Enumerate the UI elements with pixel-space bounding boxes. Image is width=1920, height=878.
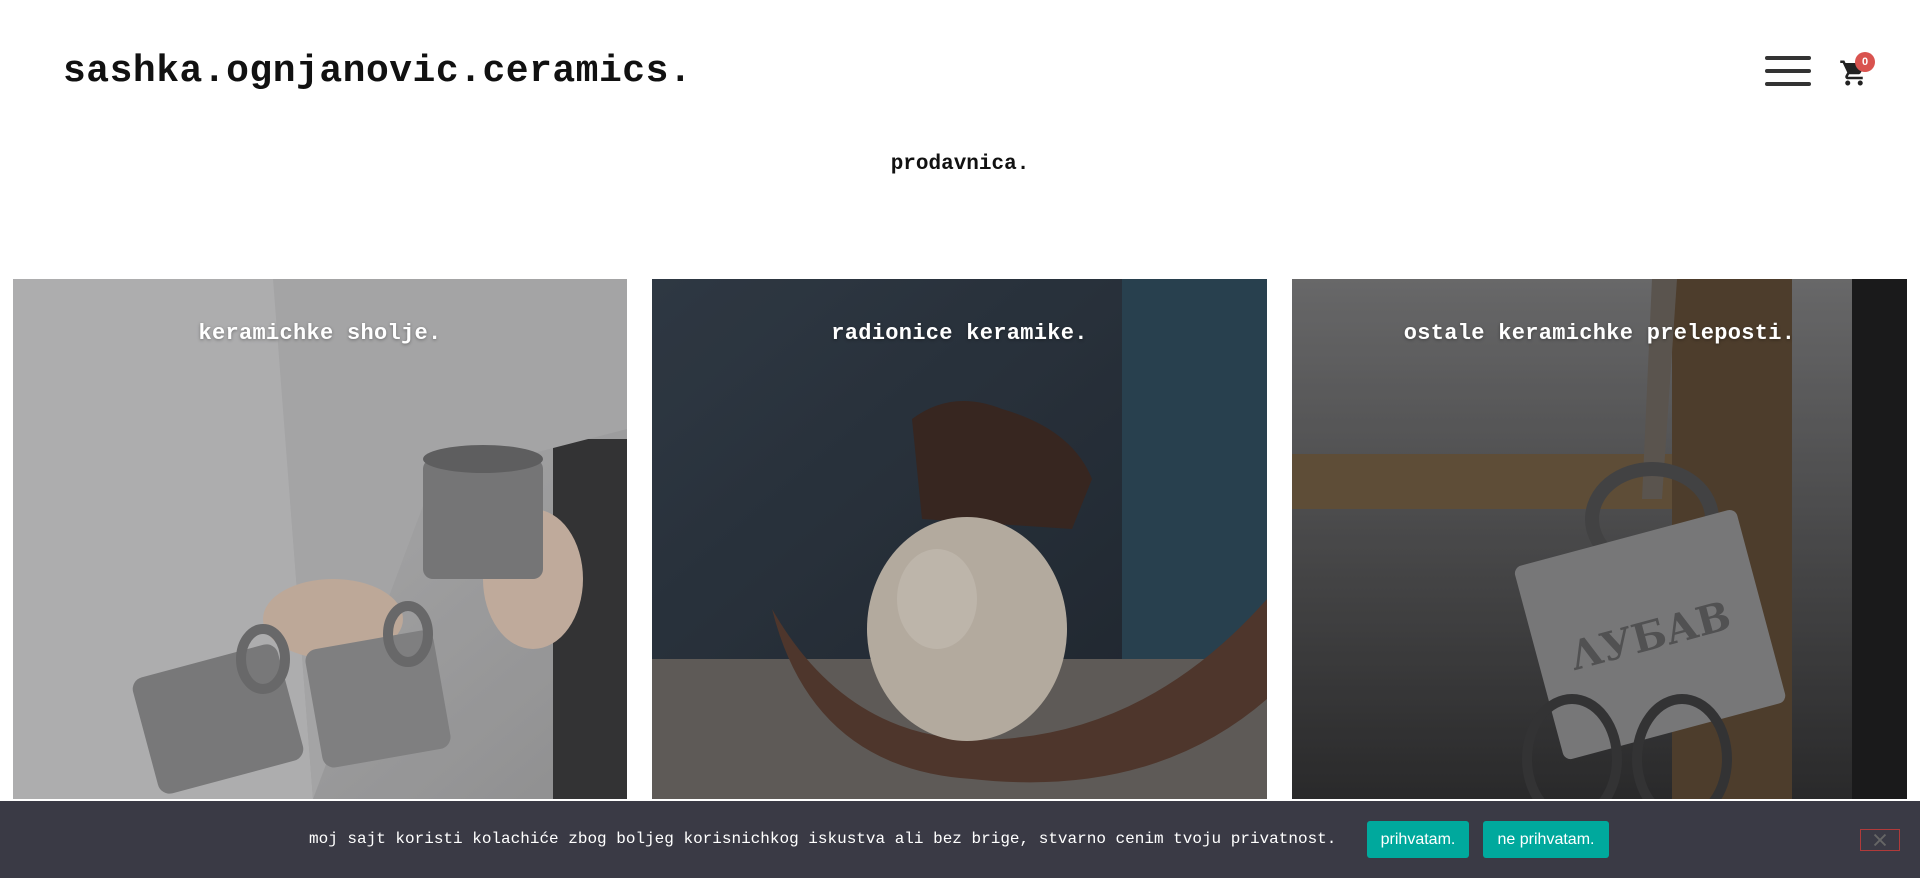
category-title: radionice keramike. xyxy=(831,321,1088,346)
menu-bar xyxy=(1765,56,1811,60)
category-title: ostale keramichke prelepostі. xyxy=(1403,321,1796,346)
card-overlay xyxy=(652,279,1267,799)
menu-bar xyxy=(1765,82,1811,86)
close-icon[interactable] xyxy=(1860,829,1900,851)
site-logo[interactable]: sashka.ognjanovic.ceramics. xyxy=(63,50,692,93)
cart-count-badge: 0 xyxy=(1855,52,1875,72)
menu-bar xyxy=(1765,69,1811,73)
category-card-mugs[interactable]: keramichke sholje. xyxy=(13,279,627,799)
page-title: prodavnica. xyxy=(890,153,1030,176)
category-card-workshops[interactable]: radionice keramike. xyxy=(652,279,1267,799)
cookie-consent-bar: moj sajt koristi kolachiće zbog boljeg k… xyxy=(0,801,1920,878)
accept-cookies-button[interactable]: prihvatam. xyxy=(1367,821,1469,858)
card-overlay xyxy=(13,279,627,799)
card-overlay xyxy=(1292,279,1907,799)
category-title: keramichke sholje. xyxy=(198,321,442,346)
cookie-message: moj sajt koristi kolachiće zbog boljeg k… xyxy=(309,830,1337,848)
decline-cookies-button[interactable]: ne prihvatam. xyxy=(1483,821,1609,858)
hamburger-menu-icon[interactable] xyxy=(1765,56,1811,86)
site-header: sashka.ognjanovic.ceramics. 0 xyxy=(0,0,1920,140)
category-card-other-ceramics[interactable]: ΛУБАВ ostale keramichke prelepostі. xyxy=(1292,279,1907,799)
